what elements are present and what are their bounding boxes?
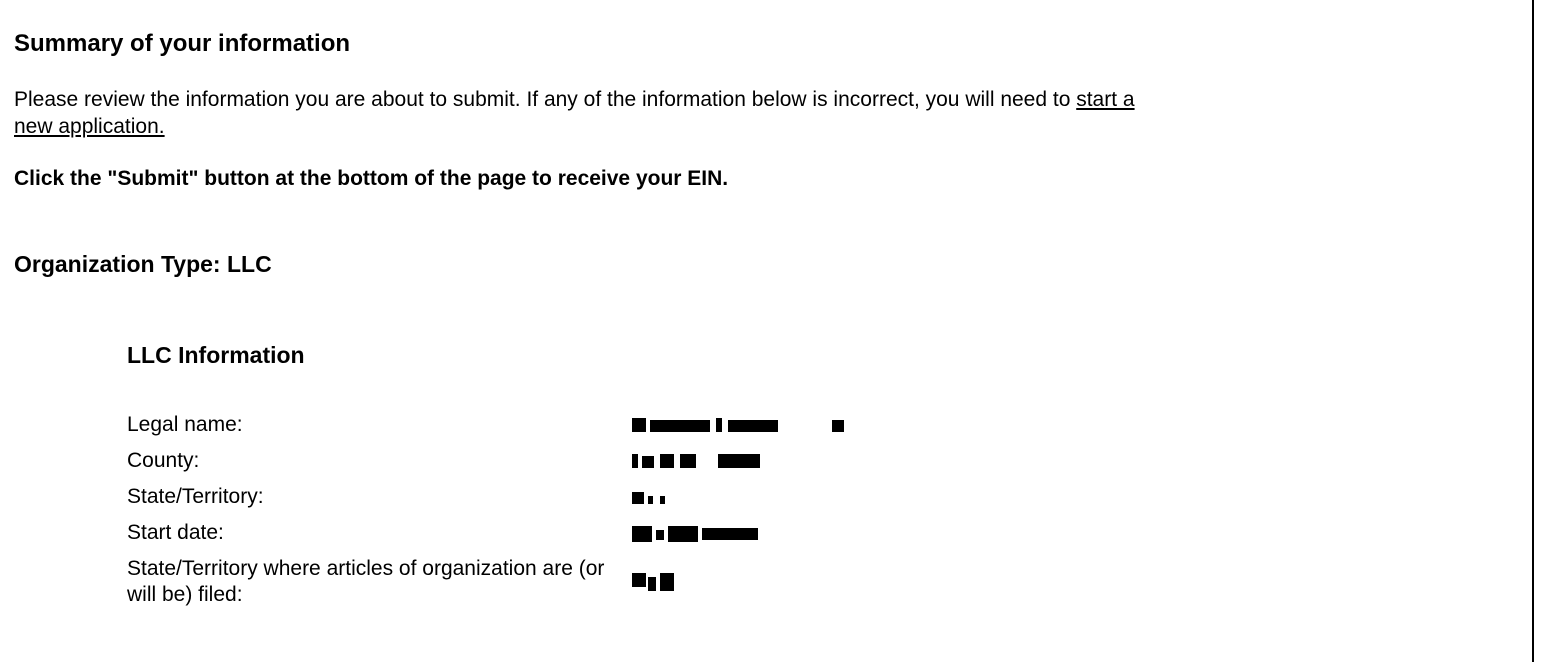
legal-name-label: Legal name: [127, 413, 243, 436]
legal-name-value [632, 414, 852, 436]
redacted-block [716, 418, 722, 432]
redacted-block [632, 454, 638, 468]
redacted-block [702, 528, 758, 540]
state-value [632, 486, 672, 508]
redacted-block [660, 454, 674, 468]
page-title: Summary of your information [14, 30, 351, 57]
info-row-legal-name: Legal name: [127, 407, 852, 443]
redacted-block [660, 573, 674, 591]
county-label: County: [127, 449, 200, 472]
redacted-block [668, 526, 698, 542]
redacted-block [648, 577, 656, 591]
page-right-border [1532, 0, 1534, 662]
info-row-county: County: [127, 443, 852, 479]
info-row-articles-state: State/Territory where articles of organi… [127, 551, 852, 613]
county-value [632, 450, 772, 472]
redacted-block [632, 573, 646, 587]
llc-information-table: Legal name: County: State/Territory: Sta… [127, 407, 852, 613]
articles-state-value [632, 571, 682, 593]
info-row-start-date: Start date: [127, 515, 852, 551]
redacted-block [728, 420, 778, 432]
redacted-block [648, 496, 653, 504]
redacted-block [632, 526, 652, 542]
llc-information-heading: LLC Information [127, 342, 305, 368]
redacted-block [680, 454, 696, 468]
organization-type: Organization Type: LLC [14, 251, 272, 277]
redacted-block [632, 418, 646, 432]
articles-state-label: State/Territory where articles of organi… [127, 557, 605, 606]
redacted-block [650, 420, 710, 432]
redacted-block [642, 456, 654, 468]
submit-instruction: Click the "Submit" button at the bottom … [14, 167, 729, 190]
intro-paragraph: Please review the information you are ab… [14, 86, 1154, 140]
state-label: State/Territory: [127, 485, 264, 508]
start-date-value [632, 522, 772, 544]
redacted-block [718, 454, 760, 468]
redacted-block [832, 420, 844, 432]
redacted-block [632, 492, 644, 504]
info-row-state: State/Territory: [127, 479, 852, 515]
start-date-label: Start date: [127, 521, 224, 544]
redacted-block [660, 496, 665, 504]
redacted-block [656, 530, 664, 540]
intro-text: Please review the information you are ab… [14, 88, 1077, 111]
